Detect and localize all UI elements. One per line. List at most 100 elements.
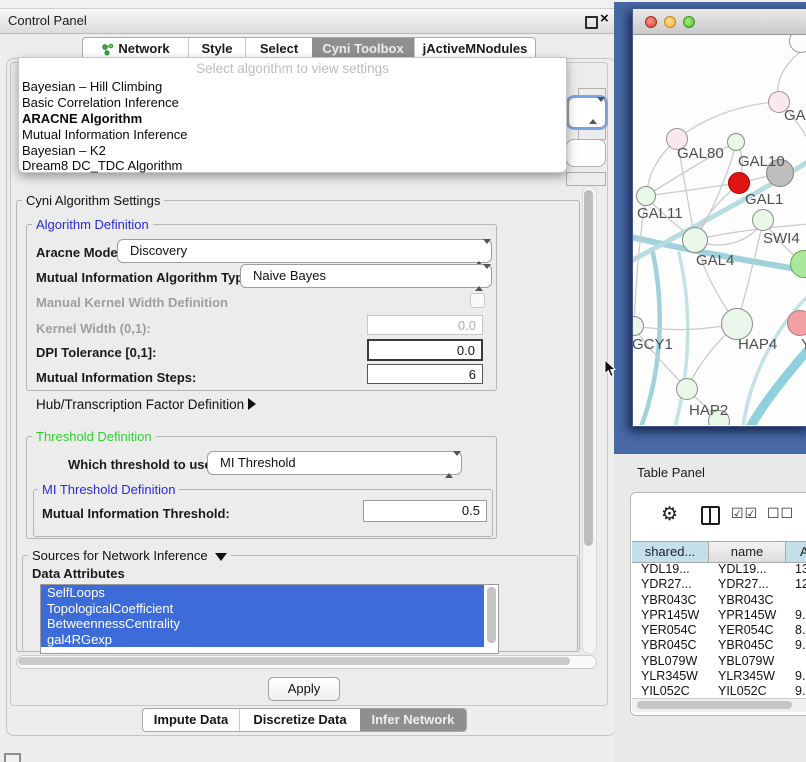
- network-canvas[interactable]: GAL80 GAL10 GAL11 GAL1 SWI4 GAL4 GCY1 HA…: [633, 35, 806, 425]
- which-threshold-combo[interactable]: MI Threshold: [207, 451, 462, 475]
- table-row[interactable]: YIL052C YIL052C 9.: [632, 684, 806, 696]
- cell[interactable]: YBR045C: [632, 638, 709, 653]
- close-traffic-light-icon[interactable]: [645, 16, 657, 28]
- table-row[interactable]: YPR145W YPR145W 9.: [632, 608, 806, 623]
- hidden-focused-combo-fragment[interactable]: [568, 97, 606, 128]
- settings-vscrollbar-thumb[interactable]: [584, 190, 593, 546]
- cell[interactable]: YER054C: [709, 623, 786, 638]
- mi-threshold-field[interactable]: 0.5: [363, 500, 487, 522]
- list-item[interactable]: gal4RGexp: [41, 632, 484, 648]
- data-attributes-list[interactable]: SelfLoops TopologicalCoefficient Between…: [40, 584, 499, 654]
- settings-group-title: Cyni Algorithm Settings: [22, 193, 164, 208]
- cell[interactable]: YIL052C: [632, 684, 709, 696]
- table-hscrollbar-track[interactable]: [632, 698, 806, 712]
- expand-arrow-icon[interactable]: [248, 398, 256, 410]
- data-attributes-label: Data Attributes: [32, 566, 125, 581]
- combo-arrows-icon: [475, 244, 483, 258]
- table-row[interactable]: YBR043C YBR043C: [632, 593, 806, 608]
- dropdown-item[interactable]: Bayesian – Hill Climbing: [22, 79, 162, 94]
- cell[interactable]: YDL19...: [709, 562, 786, 577]
- dropdown-item-selected[interactable]: ARACNE Algorithm: [22, 111, 142, 126]
- table-row[interactable]: YDR27... YDR27... 12: [632, 577, 806, 592]
- aracne-mode-combo[interactable]: Discovery: [117, 239, 492, 263]
- cell[interactable]: YBR043C: [709, 593, 786, 608]
- cell[interactable]: YDR27...: [632, 577, 709, 592]
- cell[interactable]: YBL079W: [709, 654, 786, 669]
- table-row[interactable]: YBR045C YBR045C 9.: [632, 638, 806, 653]
- manual-kernel-checkbox[interactable]: [470, 293, 485, 308]
- node-label: Y: [801, 336, 806, 353]
- split-columns-icon[interactable]: [701, 506, 720, 525]
- cell[interactable]: YIL052C: [709, 684, 786, 696]
- cell[interactable]: YBR045C: [709, 638, 786, 653]
- list-scrollbar[interactable]: [487, 587, 496, 643]
- table-row[interactable]: YBL079W YBL079W: [632, 654, 806, 669]
- hub-tf-definition-label[interactable]: Hub/Transcription Factor Definition: [36, 397, 244, 412]
- sources-group-title[interactable]: Sources for Network Inference: [28, 548, 231, 563]
- checked-checkboxes-icon[interactable]: ☑☑: [731, 505, 758, 522]
- cell[interactable]: YDL19...: [632, 562, 709, 577]
- list-item[interactable]: BetweennessCentrality: [41, 616, 484, 632]
- cell[interactable]: YPR145W: [632, 608, 709, 623]
- cell[interactable]: [786, 654, 806, 669]
- apply-button[interactable]: Apply: [268, 677, 340, 701]
- unchecked-checkboxes-icon[interactable]: ☐☐: [767, 505, 794, 522]
- table-hscrollbar-thumb[interactable]: [637, 701, 792, 709]
- node-label: GCY1: [633, 336, 673, 353]
- settings-hscrollbar-thumb[interactable]: [18, 657, 570, 665]
- table-row[interactable]: YDL19... YDL19... 13: [632, 562, 806, 577]
- tab-discretize-data[interactable]: Discretize Data: [239, 709, 360, 731]
- column-header[interactable]: A: [786, 542, 806, 562]
- network-node[interactable]: [752, 209, 774, 231]
- network-node[interactable]: [787, 310, 806, 336]
- column-header[interactable]: name: [709, 542, 786, 562]
- column-header[interactable]: shared...: [632, 542, 709, 562]
- cell[interactable]: YBR043C: [632, 593, 709, 608]
- cell[interactable]: YER054C: [632, 623, 709, 638]
- kernel-width-label: Kernel Width (0,1):: [36, 321, 151, 336]
- cell[interactable]: 13: [786, 562, 806, 577]
- cell[interactable]: YBL079W: [632, 654, 709, 669]
- cell[interactable]: 9.: [786, 638, 806, 653]
- tab-impute-data[interactable]: Impute Data: [143, 709, 239, 731]
- list-item[interactable]: SelfLoops: [41, 585, 484, 601]
- network-window-titlebar[interactable]: [633, 9, 806, 35]
- float-window-icon[interactable]: [585, 16, 598, 29]
- table-row[interactable]: YLR345W YLR345W 9.: [632, 669, 806, 684]
- zoom-traffic-light-icon[interactable]: [683, 16, 695, 28]
- cell[interactable]: YLR345W: [632, 669, 709, 684]
- collapse-arrow-icon[interactable]: [215, 553, 227, 561]
- cell[interactable]: [786, 593, 806, 608]
- cell[interactable]: 8.: [786, 623, 806, 638]
- mi-steps-field[interactable]: 6: [367, 364, 483, 384]
- network-node[interactable]: [682, 227, 708, 253]
- hidden-combo-fragment[interactable]: [566, 139, 606, 167]
- threshold-definition-title: Threshold Definition: [32, 429, 156, 444]
- cell[interactable]: 9.: [786, 669, 806, 684]
- docked-panel-icon[interactable]: [4, 753, 21, 762]
- kernel-width-field[interactable]: 0.0: [367, 315, 483, 335]
- mi-algorithm-type-combo[interactable]: Naive Bayes: [240, 264, 492, 288]
- cell[interactable]: 12: [786, 577, 806, 592]
- cell[interactable]: YDR27...: [709, 577, 786, 592]
- gear-icon[interactable]: ⚙: [661, 503, 678, 526]
- list-item[interactable]: TopologicalCoefficient: [41, 601, 484, 617]
- dropdown-item[interactable]: Bayesian – K2: [22, 143, 106, 158]
- dpi-tolerance-field[interactable]: 0.0: [367, 339, 483, 361]
- network-node[interactable]: [676, 378, 698, 400]
- cell[interactable]: YLR345W: [709, 669, 786, 684]
- network-window[interactable]: GAL80 GAL10 GAL11 GAL1 SWI4 GAL4 GCY1 HA…: [632, 8, 806, 427]
- network-node[interactable]: [727, 133, 745, 151]
- minimize-traffic-light-icon[interactable]: [664, 16, 676, 28]
- table-row[interactable]: YER054C YER054C 8.: [632, 623, 806, 638]
- dropdown-item[interactable]: Dream8 DC_TDC Algorithm: [22, 158, 182, 173]
- combo-value: MI Threshold: [220, 455, 296, 470]
- cell[interactable]: YPR145W: [709, 608, 786, 623]
- dropdown-item[interactable]: Mutual Information Inference: [22, 127, 187, 142]
- network-node[interactable]: [636, 186, 656, 206]
- close-icon[interactable]: ×: [600, 10, 609, 27]
- tab-infer-network[interactable]: Infer Network: [360, 709, 466, 731]
- cell[interactable]: 9.: [786, 684, 806, 696]
- cell[interactable]: 9.: [786, 608, 806, 623]
- dropdown-item[interactable]: Basic Correlation Inference: [22, 95, 179, 110]
